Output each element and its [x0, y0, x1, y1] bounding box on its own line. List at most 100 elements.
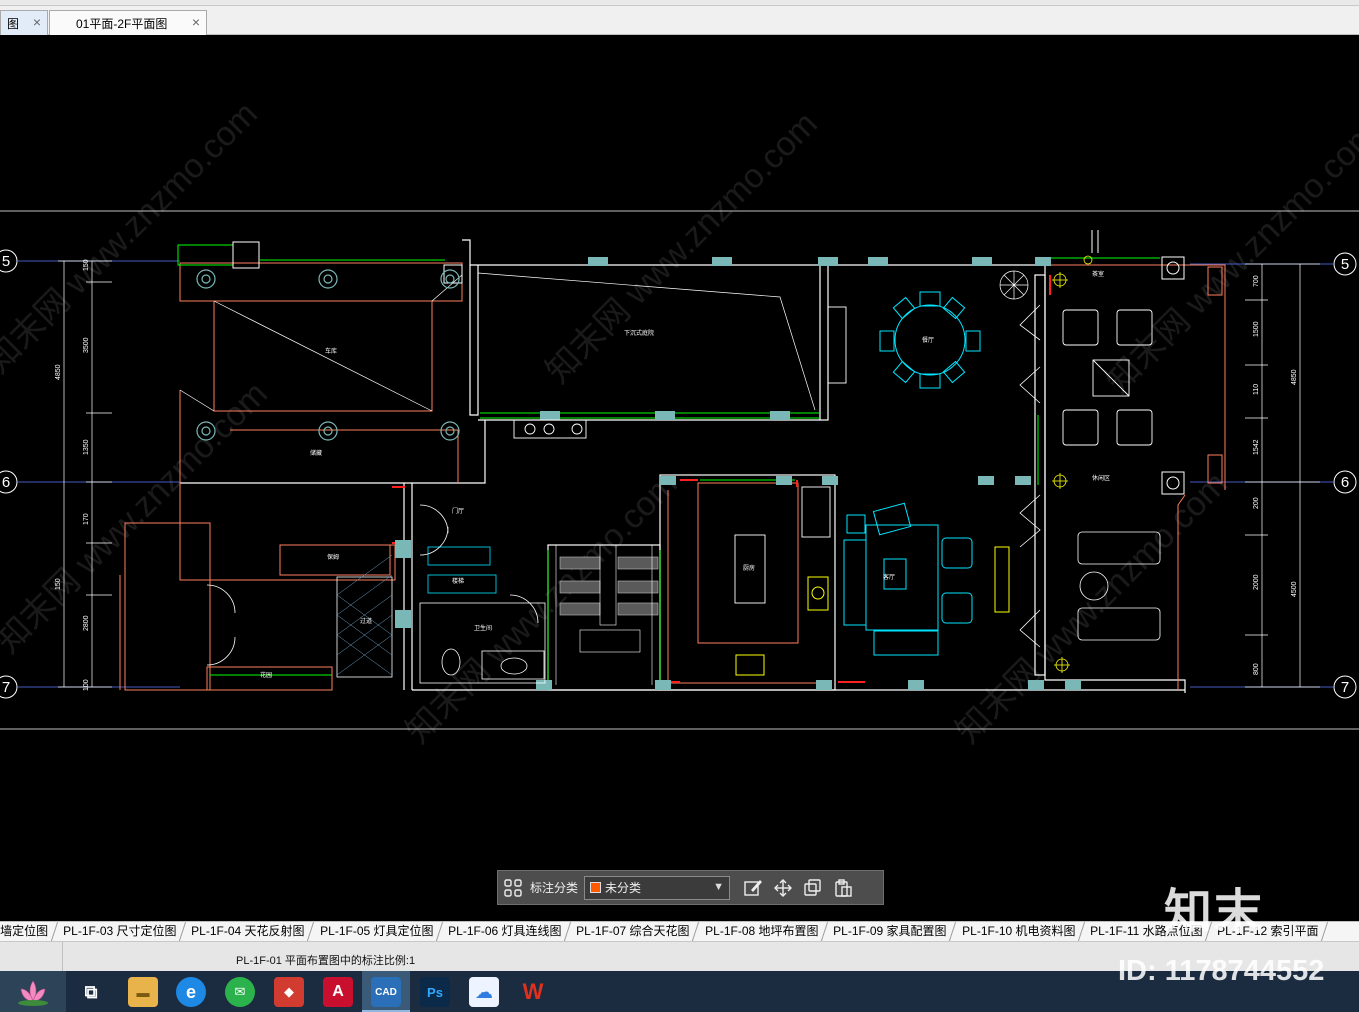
layout-tab-label: PL-1F-09 家具配置图 [833, 924, 947, 938]
room-label: 休闲区 [1092, 474, 1110, 482]
layout-tab[interactable]: PL-1F-08 地坪布置图 [693, 922, 829, 941]
copy-icon[interactable] [798, 873, 828, 903]
layout-tab-label: PL-1F-03 尺寸定位图 [63, 924, 177, 938]
wps-icon[interactable]: W [518, 977, 548, 1007]
dimension-text: 1500 [1253, 321, 1260, 337]
room-label: 过道 [360, 617, 372, 625]
watermark-text: 知末网 www.znzmo.com [0, 95, 265, 381]
watermark-text: 知末网 www.znzmo.com [539, 105, 825, 391]
dimension-text: 4500 [1291, 581, 1298, 597]
axis-label: 6 [2, 474, 10, 491]
room-label: 楼梯 [452, 577, 464, 585]
dimension-text: 800 [1253, 663, 1260, 675]
dimension-text: 170 [83, 513, 90, 525]
annotation-category-select[interactable]: 未分类 ▼ [584, 875, 731, 900]
ie-browser-icon[interactable]: e [176, 977, 206, 1007]
room-label: 餐厅 [922, 336, 934, 344]
drawing-canvas[interactable]: 知末网 www.znzmo.com 知末网 www.znzmo.com 知末网 … [0, 35, 1359, 915]
room-label: 车库 [325, 347, 337, 355]
paste-icon[interactable] [828, 873, 858, 903]
layout-tab-label: PL-1F-05 灯具定位图 [319, 924, 434, 938]
dimension-text: 2800 [83, 615, 90, 631]
dimension-text: 110 [1253, 384, 1260, 395]
layout-tab[interactable]: PL-1F-09 家具配置图 [822, 922, 957, 941]
dimension-text: 2000 [1253, 574, 1260, 590]
annotation-category-label: 标注分类 [530, 881, 579, 895]
dimension-text: 4850 [55, 364, 62, 380]
room-label: 门厅 [452, 507, 464, 515]
status-text: PL-1F-01 平面布置图中的标注比例:1 [236, 955, 416, 967]
layout-tab-label: PL-1F-07 综合天花图 [576, 924, 690, 938]
axis-label: 5 [1341, 256, 1349, 273]
layout-tab[interactable]: PL-1F-04 天花反射图 [180, 922, 315, 941]
room-label: 客厅 [883, 573, 895, 581]
dimension-text: 1542 [1253, 439, 1260, 455]
edit-icon[interactable] [738, 873, 768, 903]
grid-icon[interactable] [498, 873, 528, 903]
task-view-icon[interactable]: ⧉ [76, 977, 106, 1007]
dimension-text: 4850 [1291, 369, 1298, 385]
app-window: 图 × 01平面-2F平面图 × 知末网 www.znzmo.com 知末网 w… [0, 0, 1359, 1012]
autocad-icon[interactable]: A [323, 977, 353, 1007]
dimension-text: 1350 [83, 439, 90, 455]
lotus-icon [18, 979, 48, 1006]
hatched-storage [336, 554, 393, 678]
tab-document-1[interactable]: 图 × [0, 10, 48, 35]
category-color-swatch [590, 882, 602, 893]
room-label: 保姆 [327, 553, 339, 561]
layout-tab[interactable]: PL-1F-06 灯具连线图 [437, 922, 572, 941]
room-label: 卫生间 [474, 624, 492, 632]
dimension-text: 700 [1253, 275, 1260, 287]
layout-tab-label: PL-1F-06 灯具连线图 [448, 924, 562, 938]
layout-tab-label: 墙定位图 [0, 924, 49, 938]
photoshop-icon[interactable]: Ps [420, 977, 450, 1007]
file-explorer-icon[interactable]: ▬ [128, 977, 158, 1007]
room-label: 厨房 [743, 564, 755, 572]
close-icon[interactable]: × [33, 14, 41, 30]
layout-tab[interactable]: PL-1F-03 尺寸定位图 [51, 922, 187, 941]
dimension-text: 100 [83, 679, 90, 691]
tab-label: 图 [7, 16, 20, 31]
axis-label: 7 [1341, 679, 1349, 696]
start-button[interactable] [0, 971, 66, 1012]
floor-plan-drawing: 知末网 www.znzmo.com 知末网 www.znzmo.com 知末网 … [0, 95, 1359, 751]
layout-tab-label: PL-1F-10 机电资料图 [961, 924, 1076, 938]
wechat-icon[interactable]: ✉ [225, 977, 255, 1007]
axis-label: 7 [2, 679, 10, 696]
dimension-text: 3500 [83, 337, 90, 353]
layout-tab[interactable]: 墙定位图 [0, 922, 59, 941]
room-label: 茶室 [1092, 270, 1104, 278]
category-selected-value: 未分类 [605, 881, 642, 895]
sketchup-icon[interactable]: ◆ [274, 977, 304, 1007]
watermark-id: ID: 1178744552 [1118, 955, 1325, 987]
room-label: 花园 [260, 671, 272, 679]
exterior-walls [180, 239, 1186, 693]
layout-tab[interactable]: PL-1F-05 灯具定位图 [308, 922, 444, 941]
dimension-text: 150 [83, 259, 90, 271]
axis-label: 6 [1341, 474, 1349, 491]
layout-tab[interactable]: PL-1F-07 综合天花图 [565, 922, 700, 941]
move-icon[interactable] [768, 873, 798, 903]
document-tab-bar: 图 × 01平面-2F平面图 × [0, 6, 1359, 35]
axis-label: 5 [2, 253, 10, 270]
cad-viewer-icon[interactable]: CAD [371, 977, 401, 1007]
living-room-sofa [843, 502, 973, 656]
room-label: 储藏 [310, 449, 322, 457]
status-divider [62, 942, 63, 972]
layout-tab[interactable]: PL-1F-10 机电资料图 [950, 922, 1085, 941]
tab-document-2[interactable]: 01平面-2F平面图 × [49, 10, 207, 35]
watermark-brand: 知末 [1164, 886, 1265, 939]
dimension-text: 200 [1253, 497, 1260, 509]
dimension-text: 150 [55, 578, 62, 590]
layout-tab-label: PL-1F-08 地坪布置图 [704, 924, 819, 938]
chevron-down-icon: ▼ [713, 880, 725, 893]
red-markers [392, 275, 1051, 683]
baidu-netdisk-icon[interactable]: ☁ [469, 977, 499, 1007]
room-label: 下沉式庭院 [624, 329, 654, 337]
layout-tab-bar: 墙定位图 PL-1F-03 尺寸定位图 PL-1F-04 天花反射图 PL-1F-05… [0, 921, 1359, 941]
layout-tab-label: PL-1F-04 天花反射图 [191, 924, 305, 938]
tab-label: 01平面-2F平面图 [76, 16, 168, 31]
watermark-text: 知末网 www.znzmo.com [0, 375, 275, 661]
close-icon[interactable]: × [192, 14, 200, 30]
annotation-category-toolbar: 标注分类 未分类 ▼ [497, 870, 884, 905]
